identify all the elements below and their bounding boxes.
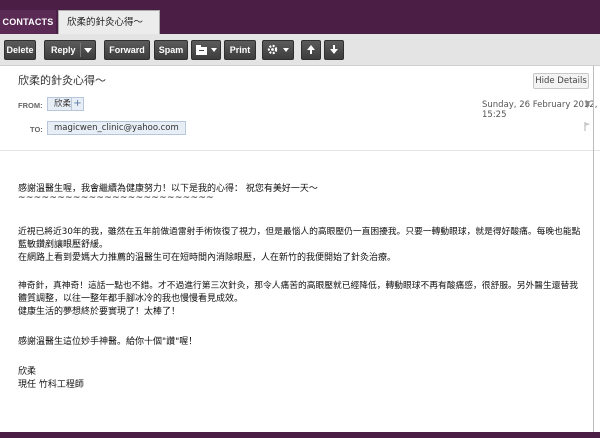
- message-subject: 欣柔的針灸心得～: [18, 74, 106, 87]
- body-paragraph-2-line-2: 體質調整，以往一整年都手腳冰冷的我也慢慢看見成效。: [18, 294, 244, 304]
- message-toolbar: Delete Reply Forward Spam Print: [0, 34, 600, 66]
- bottom-bar: [0, 432, 600, 438]
- top-tab-bar: CONTACTS 欣柔的針灸心得～: [0, 0, 600, 34]
- reply-separator: [80, 43, 81, 57]
- flag-icon[interactable]: [584, 122, 591, 131]
- folder-icon: [196, 45, 207, 55]
- reply-button[interactable]: Reply: [44, 40, 96, 60]
- arrow-down-icon: [330, 45, 338, 54]
- add-contact-icon[interactable]: +: [71, 97, 84, 111]
- chevron-down-icon[interactable]: [211, 48, 217, 53]
- gear-icon: [267, 44, 278, 55]
- previous-message-button[interactable]: [301, 40, 321, 60]
- chevron-down-icon[interactable]: [283, 48, 289, 53]
- delete-button[interactable]: Delete: [4, 40, 36, 60]
- hide-details-button[interactable]: Hide Details: [533, 73, 589, 89]
- body-paragraph-1-line-1: 近視已將近30年的我，雖然在五年前做過雷射手術恢復了視力，但是最惱人的高眼壓仍一…: [18, 227, 581, 237]
- body-divider-tilde: ~~~~~~~~~~~~~~~~~~~~~~~~~: [18, 193, 215, 203]
- signature-title: 現任 竹科工程師: [18, 380, 84, 390]
- body-paragraph-1-line-2: 藍敏鑽剷讓眼壓舒緩。: [18, 240, 109, 250]
- forward-button[interactable]: Forward: [104, 40, 150, 60]
- recipient-chip[interactable]: magicwen_clinic@yahoo.com: [47, 121, 186, 135]
- body-paragraph-2-line-1: 神奇針，真神奇！這話一點也不錯。才不過進行第三次針灸，那令人痛苦的高眼壓就已經降…: [18, 281, 578, 291]
- body-paragraph-2-line-3: 健康生活的夢想終於要實現了！太棒了！: [18, 307, 181, 317]
- tab-message[interactable]: 欣柔的針灸心得～: [58, 10, 160, 34]
- message-frame-border: [593, 66, 594, 432]
- tab-contacts[interactable]: CONTACTS: [0, 10, 56, 34]
- chevron-down-icon[interactable]: [84, 48, 92, 54]
- body-thanks: 感謝溫醫生這位妙手神醫。給你十個"讚"喔！: [18, 337, 198, 347]
- body-paragraph-1-line-3: 在網路上看到愛媽大力推薦的溫醫生可在短時間內消除眼壓，人在新竹的我便開始了針灸治…: [18, 253, 397, 263]
- settings-button[interactable]: [262, 40, 294, 60]
- reply-label: Reply: [51, 45, 76, 55]
- header-divider: [0, 150, 600, 151]
- pin-icon[interactable]: [584, 101, 591, 109]
- from-label: FROM:: [18, 101, 43, 110]
- arrow-up-icon: [307, 45, 315, 54]
- spam-button[interactable]: Spam: [154, 40, 188, 60]
- move-button[interactable]: [191, 40, 221, 60]
- signature-name: 欣柔: [18, 367, 37, 377]
- print-button[interactable]: Print: [224, 40, 256, 60]
- next-message-button[interactable]: [324, 40, 344, 60]
- to-label: TO:: [30, 125, 43, 134]
- message-date: Sunday, 26 February 2012, 15:25: [482, 100, 598, 120]
